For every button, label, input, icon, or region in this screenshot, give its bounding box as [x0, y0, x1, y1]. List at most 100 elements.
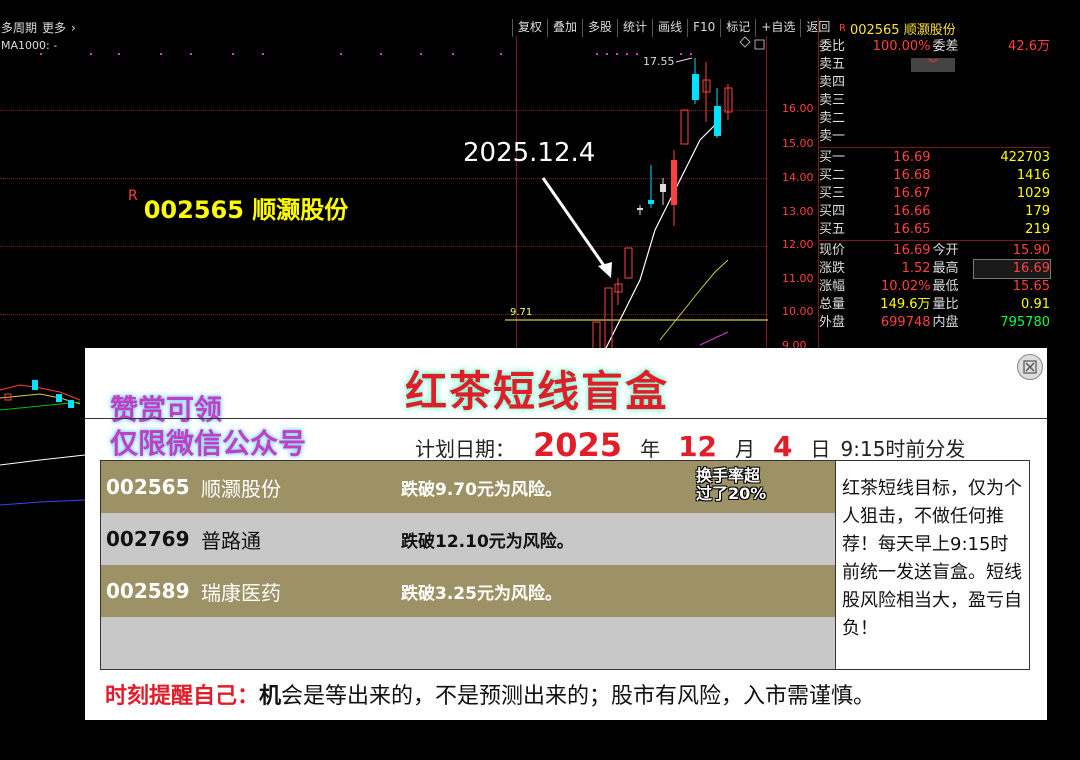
bid-volume: 422703 — [1000, 150, 1050, 165]
plan-month: 12 — [678, 430, 718, 463]
bid-price: 16.65 — [893, 222, 931, 237]
ratio-label: 委比 — [819, 39, 846, 54]
table-row: 002769 普路通 跌破12.10元为风险。 — [101, 513, 835, 565]
stock-risk: 跌破9.70元为风险。 — [401, 479, 562, 500]
footer-reminder: 时刻提醒自己：机会是等出来的，不是预测出来的；股市有风险，入市需谨慎。 — [105, 678, 875, 710]
footer-text: 会是等出来的，不是预测出来的；股市有风险，入市需谨慎。 — [281, 684, 876, 709]
candles — [592, 58, 733, 353]
stat-value: 16.69 — [973, 259, 1051, 279]
window-icon — [754, 39, 765, 50]
turnover-note: 换手率超 过了20% — [696, 467, 766, 503]
ask-label: 卖二 — [819, 111, 846, 126]
annotation-arrow — [541, 177, 609, 271]
chevron-down-icon[interactable]: ︾ — [911, 58, 955, 72]
footer-red: 时刻提醒自己： — [105, 684, 260, 709]
stat-value: 1.52 — [901, 261, 931, 276]
ask-row: 卖一 — [819, 128, 1050, 146]
bid-row: 买五 16.65 219 — [819, 221, 1050, 239]
card-title: 红茶短线盲盒 — [405, 367, 670, 416]
year-unit: 年 — [640, 437, 661, 461]
y-tick: 10.00 — [782, 305, 814, 318]
divider — [819, 147, 1050, 148]
stock-name: 瑞康医药 — [201, 580, 281, 605]
ask-label: 卖三 — [819, 93, 846, 108]
stat-label: 总量 — [819, 297, 846, 312]
ratio-value: 100.00% — [872, 39, 931, 54]
stat-value: 795780 — [1000, 315, 1050, 330]
stat-value: 16.69 — [893, 243, 931, 258]
bid-volume: 1029 — [1016, 186, 1050, 201]
plan-date-label: 计划日期： — [415, 437, 515, 461]
y-tick: 14.00 — [782, 171, 814, 184]
ask-row: 卖二 — [819, 110, 1050, 128]
quote-mark: R — [839, 22, 846, 34]
bid-price: 16.67 — [893, 186, 931, 201]
month-unit: 月 — [735, 437, 756, 461]
stat-value: 10.02% — [880, 279, 931, 294]
bid-label: 买三 — [819, 186, 846, 201]
stat-value: 15.65 — [1012, 279, 1050, 294]
bid-row: 买三 16.67 1029 — [819, 185, 1050, 203]
y-tick: 13.00 — [782, 205, 814, 218]
stat-label: 涨跌 — [819, 261, 846, 276]
ask-row: 卖四 — [819, 74, 1050, 92]
close-button[interactable] — [1017, 354, 1043, 380]
stock-risk: 跌破3.25元为风险。 — [401, 583, 562, 604]
y-tick: 15.00 — [782, 137, 814, 150]
annotation-stock-mark: R — [128, 188, 138, 204]
candlestick-chart[interactable] — [0, 0, 770, 360]
quote-panel: R 002565 顺灏股份 委比 100.00% 委差 42.6万 ︾ 卖五 卖四… — [818, 18, 1051, 360]
stat-label: 涨幅 — [819, 279, 846, 294]
stat-label: 今开 — [932, 243, 959, 258]
disclaimer-note: 红茶短线目标，仅为个人狙击，不做任何推荐！每天早上9:15时前统一发送盲盒。短线… — [835, 461, 1029, 669]
annotation-stock-text: 002565 顺灏股份 — [143, 196, 349, 224]
diff-value: 42.6万 — [1008, 39, 1050, 54]
table-row: 002589 瑞康医药 跌破3.25元为风险。 — [101, 565, 835, 617]
bid-volume: 1416 — [1016, 168, 1050, 183]
ma-line-magenta — [699, 331, 729, 346]
bid-label: 买四 — [819, 204, 846, 219]
ma-line-yellow — [659, 259, 729, 341]
high-price-label: 17.55 — [643, 55, 675, 68]
bid-price: 16.69 — [893, 150, 931, 165]
stat-label: 现价 — [819, 243, 846, 258]
ask-label: 卖五 — [819, 57, 846, 72]
diff-label: 委差 — [932, 39, 959, 54]
bid-row: 买四 16.66 179 — [819, 203, 1050, 221]
stock-code: 002769 — [106, 527, 190, 551]
stock-name: 普路通 — [201, 528, 261, 553]
promo-line-2: 仅限微信公众号 — [110, 427, 307, 460]
price-axis: 16.00 15.00 14.00 13.00 12.00 11.00 10.0… — [770, 0, 818, 360]
divider — [85, 418, 1047, 419]
quote-title-text: 002565 顺灏股份 — [849, 22, 956, 38]
y-tick: 16.00 — [782, 102, 814, 115]
stat-row: 总量 149.6万 量比 0.91 — [819, 296, 1050, 314]
close-icon — [1023, 360, 1037, 374]
stock-risk: 跌破12.10元为风险。 — [401, 531, 574, 552]
stat-label: 内盘 — [932, 315, 959, 330]
ask-label: 卖一 — [819, 129, 846, 144]
bid-row: 买一 16.69 422703 — [819, 149, 1050, 167]
stat-value: 149.6万 — [880, 297, 931, 312]
plan-time: 9:15时前分发 — [840, 437, 966, 461]
quote-title: R 002565 顺灏股份 — [819, 18, 1050, 38]
stat-row: 涨幅 10.02% 最低 15.65 — [819, 278, 1050, 296]
bid-price: 16.68 — [893, 168, 931, 183]
stat-label: 外盘 — [819, 315, 846, 330]
stock-code: 002565 — [106, 475, 190, 499]
stat-value: 0.91 — [1021, 297, 1050, 312]
picks-table: 002565 顺灏股份 跌破9.70元为风险。 002769 普路通 跌破12.… — [100, 460, 1030, 670]
annotation-date: 2025.12.4 — [463, 138, 596, 168]
bid-label: 买二 — [819, 168, 846, 183]
plan-date-row: 计划日期： 2025 年 12 月 4 日 9:15时前分发 — [415, 426, 965, 464]
diamond-icon — [739, 36, 751, 48]
y-tick: 12.00 — [782, 238, 814, 251]
turnover-line-2: 过了20% — [696, 484, 767, 503]
footer-bold: 机 — [259, 684, 282, 709]
ask-row: 卖三 — [819, 92, 1050, 110]
bid-price: 16.66 — [893, 204, 931, 219]
stock-name: 顺灏股份 — [201, 476, 281, 501]
stat-label: 最低 — [932, 279, 959, 294]
plan-day: 4 — [773, 430, 793, 463]
bid-volume: 179 — [1025, 204, 1050, 219]
